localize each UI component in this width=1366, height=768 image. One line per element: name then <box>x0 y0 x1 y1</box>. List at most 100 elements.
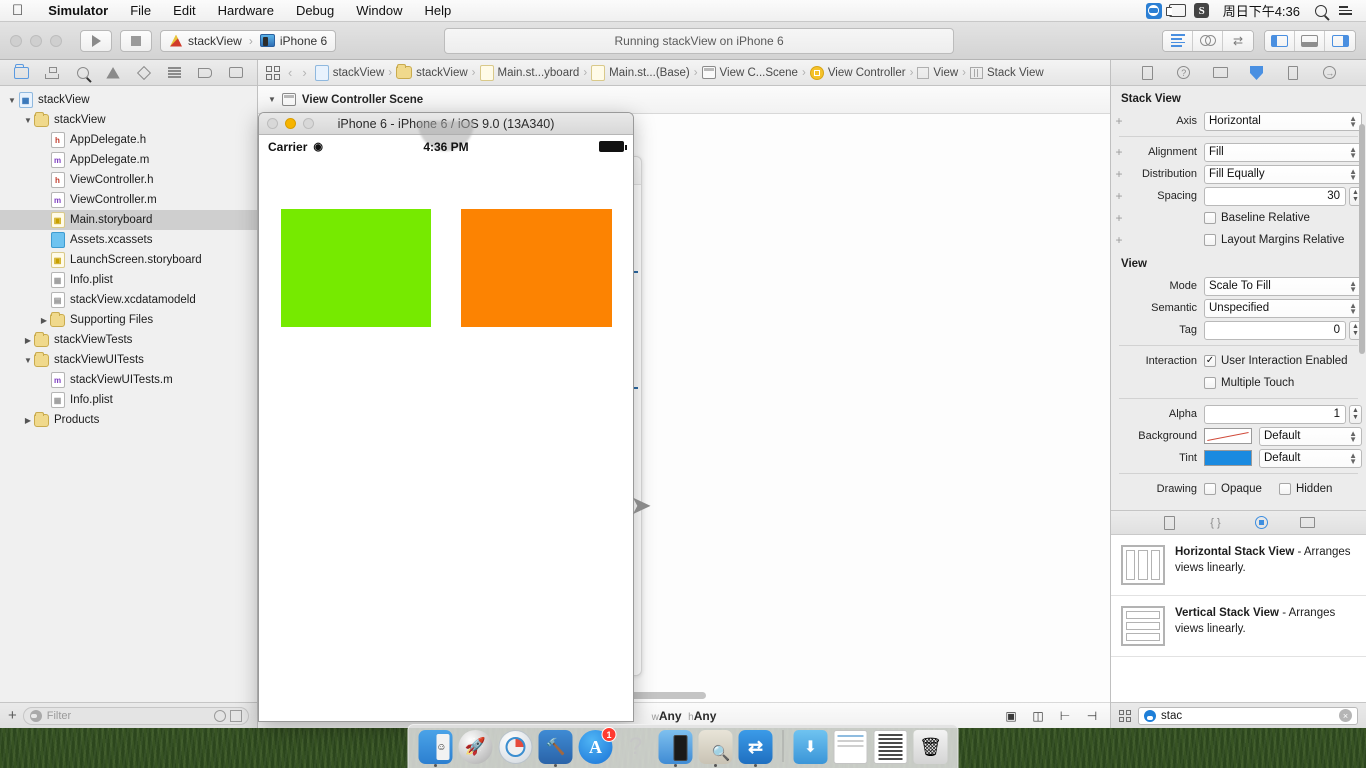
add-variation-icon[interactable]: + <box>1114 233 1124 247</box>
stepper-arrows-icon[interactable]: ▲ ▼ <box>1349 429 1357 443</box>
background-color-well[interactable] <box>1204 428 1252 444</box>
tint-color-well[interactable] <box>1204 450 1252 466</box>
code-snippet-library-icon[interactable]: { } <box>1207 515 1225 531</box>
layout-margins-relative-checkbox[interactable]: Layout Margins Relative <box>1204 234 1344 246</box>
library-item[interactable]: Vertical Stack View - Arranges views lin… <box>1111 596 1366 657</box>
file-template-library-icon[interactable] <box>1161 515 1179 531</box>
alpha-stepper[interactable]: ▲ ▼ <box>1349 404 1362 424</box>
inspector-content[interactable]: Stack View + Axis Horizontal ▲ ▼ + Alignment Fil… <box>1111 86 1366 510</box>
library-view-toggle-icon[interactable] <box>1119 709 1131 722</box>
menu-window[interactable]: Window <box>345 0 413 22</box>
tree-item-supporting-files[interactable]: ▶ Supporting Files <box>0 310 257 330</box>
axis-select[interactable]: Horizontal ▲ ▼ <box>1204 111 1362 131</box>
disclosure-triangle[interactable]: ▶ <box>22 416 34 425</box>
size-inspector-icon[interactable] <box>1283 64 1303 82</box>
opaque-checkbox[interactable]: Opaque <box>1204 483 1262 495</box>
alpha-field[interactable]: 1 <box>1204 404 1346 424</box>
crumb-3[interactable]: Main.st...(Base) <box>609 67 690 79</box>
connections-inspector-icon[interactable]: → <box>1320 64 1340 82</box>
standard-editor-button[interactable] <box>1163 30 1193 51</box>
recent-files-icon[interactable] <box>214 709 226 722</box>
notification-center-icon[interactable] <box>1334 2 1356 20</box>
multiple-touch-checkbox[interactable]: Multiple Touch <box>1204 377 1294 389</box>
dock-downloads-folder-icon[interactable] <box>793 730 828 764</box>
crumb-4[interactable]: View C...Scene <box>720 67 798 79</box>
menu-file[interactable]: File <box>119 0 162 22</box>
disclosure-triangle[interactable]: ▼ <box>22 116 34 125</box>
media-library-icon[interactable] <box>1299 515 1317 531</box>
checkbox-box[interactable] <box>1204 234 1216 246</box>
spacing-field[interactable]: 30 <box>1204 186 1346 206</box>
tree-item-assets-xcassets[interactable]: Assets.xcassets <box>0 230 257 250</box>
object-library-icon[interactable] <box>1253 515 1271 531</box>
menu-edit[interactable]: Edit <box>162 0 206 22</box>
dock-safari-icon[interactable] <box>498 730 533 764</box>
tree-item-stackview-xcdatamodeld[interactable]: ▤ stackView.xcdatamodeld <box>0 290 257 310</box>
checkbox-box[interactable] <box>1204 483 1216 495</box>
disclosure-triangle[interactable]: ▶ <box>38 316 50 325</box>
issue-navigator-icon[interactable] <box>103 64 123 82</box>
find-navigator-icon[interactable] <box>73 64 93 82</box>
add-variation-icon[interactable]: + <box>1114 114 1124 128</box>
stepper-arrows-icon[interactable]: ▲ ▼ <box>1349 114 1357 128</box>
tree-item-launchscreen-storyboard[interactable]: ▣ LaunchScreen.storyboard <box>0 250 257 270</box>
disclosure-triangle[interactable]: ▼ <box>22 356 34 365</box>
run-button[interactable] <box>80 29 112 52</box>
tree-item-stackviewuitests-m[interactable]: m stackViewUITests.m <box>0 370 257 390</box>
baseline-relative-checkbox[interactable]: Baseline Relative <box>1204 212 1310 224</box>
report-navigator-icon[interactable] <box>226 64 246 82</box>
checkbox-box[interactable] <box>1204 377 1216 389</box>
clear-search-icon[interactable]: × <box>1339 709 1352 722</box>
semantic-select[interactable]: Unspecified ▲ ▼ <box>1204 298 1362 318</box>
tree-item-viewcontroller-h[interactable]: h ViewController.h <box>0 170 257 190</box>
scheme-selector[interactable]: stackView › iPhone 6 <box>160 29 337 52</box>
disclosure-triangle[interactable]: ▶ <box>22 336 34 345</box>
sogou-icon[interactable]: S <box>1191 2 1213 20</box>
test-navigator-icon[interactable] <box>134 64 154 82</box>
related-items-icon[interactable] <box>266 65 280 80</box>
navigator-filter-field[interactable]: Filter <box>22 706 249 725</box>
tree-item-stackview[interactable]: ▼ stackView <box>0 110 257 130</box>
tree-item-stackviewuitests[interactable]: ▼ stackViewUITests <box>0 350 257 370</box>
attributes-inspector-icon[interactable] <box>1247 64 1267 82</box>
project-navigator-icon[interactable] <box>11 63 31 82</box>
tree-item-info-plist[interactable]: ▦ Info.plist <box>0 390 257 410</box>
tree-item-viewcontroller-m[interactable]: m ViewController.m <box>0 190 257 210</box>
crumb-5[interactable]: View Controller <box>828 67 906 79</box>
distribution-select[interactable]: Fill Equally ▲ ▼ <box>1204 164 1362 184</box>
dock-document-icon[interactable] <box>833 730 868 764</box>
stepper-arrows-icon[interactable]: ▲ ▼ <box>1349 167 1357 181</box>
crumb-0[interactable]: stackView <box>333 67 385 79</box>
dock-preview-icon[interactable] <box>698 730 733 767</box>
source-control-filter-icon[interactable] <box>230 709 242 722</box>
zoom-button[interactable] <box>50 34 62 47</box>
toggle-navigator-button[interactable] <box>1265 30 1295 51</box>
sim-minimize-button[interactable] <box>285 118 296 129</box>
tree-item-products[interactable]: ▶ Products <box>0 410 257 430</box>
add-file-button[interactable]: + <box>8 708 17 723</box>
stepper-arrows-icon[interactable]: ▲ ▼ <box>1349 145 1357 159</box>
scene-twisty[interactable]: ▼ <box>268 95 276 104</box>
reveal-panel-arrow-icon[interactable]: ➤ <box>630 490 652 521</box>
crumb-2[interactable]: Main.st...yboard <box>498 67 580 79</box>
go-forward-button[interactable]: › <box>300 65 308 80</box>
dock-simulator-icon[interactable] <box>658 730 693 767</box>
dock-finder-icon[interactable]: ☺ <box>418 730 453 767</box>
tree-item-stackviewtests[interactable]: ▶ stackViewTests <box>0 330 257 350</box>
hidden-checkbox[interactable]: Hidden <box>1278 483 1332 495</box>
stop-button[interactable] <box>120 29 152 52</box>
dock-xcode-icon[interactable] <box>538 730 573 767</box>
stepper-arrows-icon[interactable]: ▲ ▼ <box>1349 301 1357 315</box>
mode-select[interactable]: Scale To Fill ▲ ▼ <box>1204 276 1362 296</box>
inspector-scrollbar[interactable] <box>1359 124 1365 354</box>
dock-launchpad-icon[interactable] <box>458 730 493 764</box>
add-variation-icon[interactable]: + <box>1114 189 1124 203</box>
assistant-editor-button[interactable] <box>1193 30 1223 51</box>
panel-toggle-segmented[interactable] <box>1264 29 1356 52</box>
library-item[interactable]: Horizontal Stack View - Arranges views l… <box>1111 535 1366 596</box>
interaction-checkbox[interactable]: User Interaction Enabled <box>1204 355 1348 367</box>
tree-item-main-storyboard[interactable]: ▣ Main.storyboard <box>0 210 257 230</box>
dock-teamviewer-icon[interactable] <box>738 730 773 767</box>
tree-item-stackview[interactable]: ▼ ▦ stackView <box>0 90 257 110</box>
quick-help-icon[interactable]: ? <box>1174 64 1194 82</box>
